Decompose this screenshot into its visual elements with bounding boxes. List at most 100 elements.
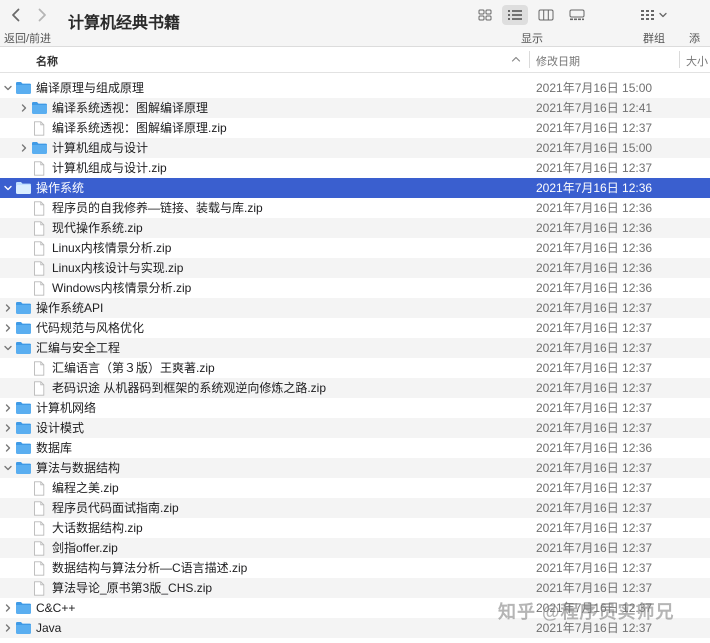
- folder-icon: [16, 322, 31, 334]
- view-gallery-button[interactable]: [564, 5, 590, 25]
- modified-date: 2021年7月16日 12:37: [536, 461, 653, 475]
- modified-date: 2021年7月16日 15:00: [536, 141, 653, 155]
- column-divider[interactable]: [679, 51, 680, 68]
- sort-ascending-icon[interactable]: [510, 53, 522, 65]
- file-name: 程序员代码面试指南.zip: [52, 501, 179, 515]
- folder-row[interactable]: 汇编与安全工程 2021年7月16日 12:37: [0, 338, 710, 358]
- view-icons-button[interactable]: [472, 5, 498, 25]
- file-name: 老码识途 从机器码到框架的系统观逆向修炼之路.zip: [52, 381, 327, 395]
- modified-date: 2021年7月16日 12:37: [536, 481, 653, 495]
- zip-file-icon: [34, 221, 45, 236]
- folder-row[interactable]: C&C++ 2021年7月16日 12:37: [0, 598, 710, 618]
- modified-date: 2021年7月16日 12:36: [536, 201, 653, 215]
- zip-file-icon: [34, 361, 45, 376]
- folder-icon: [16, 182, 31, 194]
- zip-file-icon: [34, 581, 45, 596]
- folder-row[interactable]: 算法与数据结构 2021年7月16日 12:37: [0, 458, 710, 478]
- modified-date: 2021年7月16日 12:36: [536, 261, 653, 275]
- disclosure-collapsed-icon[interactable]: [4, 424, 12, 432]
- column-divider[interactable]: [529, 51, 530, 68]
- modified-date: 2021年7月16日 12:36: [536, 281, 653, 295]
- disclosure-collapsed-icon[interactable]: [4, 304, 12, 312]
- zip-file-icon: [34, 121, 45, 136]
- column-header: 名称 修改日期 大小: [0, 47, 710, 73]
- file-row[interactable]: 大话数据结构.zip 2021年7月16日 12:37: [0, 518, 710, 538]
- file-list: 编译原理与组成原理 2021年7月16日 15:00 编译系统透视：图解编译原理 20…: [0, 78, 710, 643]
- modified-date: 2021年7月16日 15:00: [536, 81, 653, 95]
- folder-row[interactable]: 编译原理与组成原理 2021年7月16日 15:00: [0, 78, 710, 98]
- folder-row[interactable]: 代码规范与风格优化 2021年7月16日 12:37: [0, 318, 710, 338]
- file-row[interactable]: 汇编语言（第３版）王爽著.zip 2021年7月16日 12:37: [0, 358, 710, 378]
- modified-date: 2021年7月16日 12:37: [536, 561, 653, 575]
- modified-date: 2021年7月16日 12:37: [536, 541, 653, 555]
- zip-file-icon: [34, 541, 45, 556]
- zip-file-icon: [34, 561, 45, 576]
- folder-row[interactable]: 计算机组成与设计 2021年7月16日 15:00: [0, 138, 710, 158]
- disclosure-collapsed-icon[interactable]: [4, 444, 12, 452]
- modified-date: 2021年7月16日 12:37: [536, 321, 653, 335]
- file-name: Linux内核设计与实现.zip: [52, 261, 184, 275]
- folder-row[interactable]: Java 2021年7月16日 12:37: [0, 618, 710, 638]
- disclosure-collapsed-icon[interactable]: [4, 324, 12, 332]
- file-row[interactable]: 现代操作系统.zip 2021年7月16日 12:36: [0, 218, 710, 238]
- folder-icon: [16, 602, 31, 614]
- folder-row[interactable]: 设计模式 2021年7月16日 12:37: [0, 418, 710, 438]
- folder-icon: [16, 462, 31, 474]
- folder-row[interactable]: 数据库 2021年7月16日 12:36: [0, 438, 710, 458]
- disclosure-expanded-icon[interactable]: [4, 84, 12, 92]
- folder-row[interactable]: 操作系统 2021年7月16日 12:36: [0, 178, 710, 198]
- file-row[interactable]: 程序员的自我修养—链接、装载与库.zip 2021年7月16日 12:36: [0, 198, 710, 218]
- file-row[interactable]: Linux内核情景分析.zip 2021年7月16日 12:36: [0, 238, 710, 258]
- zip-file-icon: [34, 281, 45, 296]
- file-row[interactable]: Windows内核情景分析.zip 2021年7月16日 12:36: [0, 278, 710, 298]
- zip-file-icon: [34, 381, 45, 396]
- modified-date: 2021年7月16日 12:37: [536, 421, 653, 435]
- file-name: 剑指offer.zip: [52, 541, 118, 555]
- name-column-header[interactable]: 名称: [36, 53, 58, 69]
- modified-date: 2021年7月16日 12:37: [536, 401, 653, 415]
- file-row[interactable]: 数据结构与算法分析—C语言描述.zip 2021年7月16日 12:37: [0, 558, 710, 578]
- folder-name: 算法与数据结构: [36, 461, 121, 475]
- file-row[interactable]: 编译系统透视：图解编译原理.zip 2021年7月16日 12:37: [0, 118, 710, 138]
- file-row[interactable]: 计算机组成与设计.zip 2021年7月16日 12:37: [0, 158, 710, 178]
- disclosure-expanded-icon[interactable]: [4, 464, 12, 472]
- disclosure-collapsed-icon[interactable]: [4, 624, 12, 632]
- group-button[interactable]: [640, 5, 667, 25]
- folder-name: 操作系统: [36, 181, 85, 195]
- view-columns-button[interactable]: [533, 5, 559, 25]
- folder-icon: [16, 342, 31, 354]
- modified-date: 2021年7月16日 12:36: [536, 241, 653, 255]
- folder-row[interactable]: 计算机网络 2021年7月16日 12:37: [0, 398, 710, 418]
- folder-row[interactable]: 操作系统API 2021年7月16日 12:37: [0, 298, 710, 318]
- disclosure-expanded-icon[interactable]: [4, 344, 12, 352]
- modified-date: 2021年7月16日 12:37: [536, 361, 653, 375]
- disclosure-expanded-icon[interactable]: [4, 184, 12, 192]
- file-row[interactable]: Linux内核设计与实现.zip 2021年7月16日 12:36: [0, 258, 710, 278]
- file-row[interactable]: 程序员代码面试指南.zip 2021年7月16日 12:37: [0, 498, 710, 518]
- folder-name: Java: [36, 621, 62, 635]
- file-row[interactable]: 编程之美.zip 2021年7月16日 12:37: [0, 478, 710, 498]
- file-name: 编译系统透视：图解编译原理.zip: [52, 121, 227, 135]
- folder-icon: [16, 402, 31, 414]
- file-row[interactable]: 老码识途 从机器码到框架的系统观逆向修炼之路.zip 2021年7月16日 12:…: [0, 378, 710, 398]
- forward-button[interactable]: [31, 5, 53, 25]
- date-column-header[interactable]: 修改日期: [536, 53, 580, 69]
- view-list-button[interactable]: [502, 5, 528, 25]
- disclosure-collapsed-icon[interactable]: [4, 604, 12, 612]
- folder-icon: [16, 442, 31, 454]
- zip-file-icon: [34, 261, 45, 276]
- back-button[interactable]: [5, 5, 27, 25]
- disclosure-collapsed-icon[interactable]: [20, 104, 28, 112]
- modified-date: 2021年7月16日 12:37: [536, 341, 653, 355]
- disclosure-collapsed-icon[interactable]: [20, 144, 28, 152]
- disclosure-collapsed-icon[interactable]: [4, 404, 12, 412]
- folder-row[interactable]: 编译系统透视：图解编译原理 2021年7月16日 12:41: [0, 98, 710, 118]
- display-label: 显示: [521, 33, 543, 45]
- file-row[interactable]: 算法导论_原书第3版_CHS.zip 2021年7月16日 12:37: [0, 578, 710, 598]
- folder-name: 操作系统API: [36, 301, 104, 315]
- folder-icon: [32, 102, 47, 114]
- file-row[interactable]: 剑指offer.zip 2021年7月16日 12:37: [0, 538, 710, 558]
- modified-date: 2021年7月16日 12:36: [536, 181, 653, 195]
- size-column-header[interactable]: 大小: [686, 53, 708, 69]
- chevron-down-icon: [659, 12, 667, 18]
